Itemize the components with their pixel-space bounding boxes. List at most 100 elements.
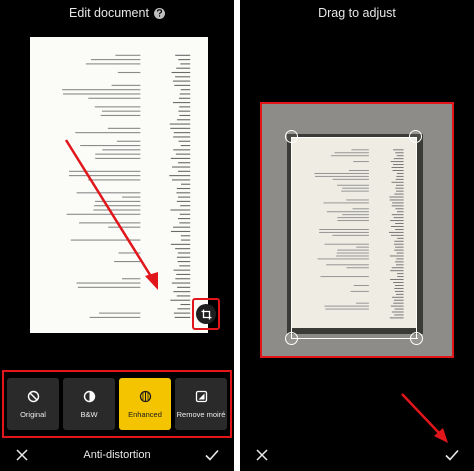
close-icon[interactable] bbox=[14, 447, 30, 463]
text-line bbox=[93, 209, 141, 211]
text-line bbox=[179, 222, 191, 224]
text-line bbox=[176, 295, 191, 297]
text-line bbox=[179, 106, 191, 108]
text-line bbox=[175, 278, 191, 280]
text-line bbox=[180, 205, 191, 207]
filter-options: Original B&W Enhanced Remove moiré bbox=[2, 370, 232, 438]
text-line bbox=[88, 179, 141, 181]
document-text-lines bbox=[62, 54, 191, 318]
text-line bbox=[169, 123, 191, 125]
text-line bbox=[179, 93, 191, 95]
text-line bbox=[70, 239, 141, 241]
text-line bbox=[94, 106, 141, 108]
text-line bbox=[111, 84, 141, 86]
text-line bbox=[178, 140, 191, 142]
bottom-bar: Anti-distortion bbox=[0, 442, 234, 468]
text-line bbox=[95, 157, 141, 159]
text-line bbox=[95, 153, 141, 155]
text-line bbox=[179, 265, 191, 267]
text-line bbox=[117, 71, 141, 74]
filter-remove-moire-button[interactable]: Remove moiré bbox=[175, 378, 227, 430]
text-line bbox=[180, 235, 191, 237]
text-line bbox=[66, 213, 141, 215]
text-line bbox=[175, 153, 191, 155]
text-line bbox=[175, 76, 191, 78]
contrast-icon bbox=[83, 390, 96, 403]
text-line bbox=[178, 162, 191, 164]
help-icon[interactable] bbox=[153, 7, 165, 19]
text-line bbox=[176, 119, 191, 121]
text-line bbox=[174, 84, 191, 86]
text-line bbox=[118, 252, 141, 254]
text-line bbox=[175, 54, 191, 56]
text-line bbox=[175, 248, 191, 250]
close-icon[interactable] bbox=[254, 447, 270, 463]
text-line bbox=[89, 316, 141, 318]
text-line bbox=[75, 132, 141, 134]
text-line bbox=[100, 114, 141, 117]
text-line bbox=[172, 80, 191, 82]
text-line bbox=[63, 93, 141, 95]
text-line bbox=[94, 205, 141, 207]
text-line bbox=[178, 218, 191, 220]
text-line bbox=[177, 308, 191, 310]
text-line bbox=[181, 239, 191, 241]
no-filter-icon bbox=[27, 390, 40, 403]
text-line bbox=[176, 256, 191, 258]
text-line bbox=[177, 170, 191, 172]
text-line bbox=[177, 196, 191, 198]
text-line bbox=[177, 286, 191, 288]
text-line bbox=[173, 291, 191, 293]
document-preview bbox=[30, 37, 208, 333]
text-line bbox=[176, 200, 191, 202]
text-line bbox=[85, 63, 141, 65]
text-line bbox=[171, 71, 191, 74]
drag-adjust-screen: Drag to adjust bbox=[240, 0, 474, 471]
text-line bbox=[178, 97, 191, 99]
text-line bbox=[178, 59, 191, 61]
crop-button[interactable] bbox=[192, 298, 220, 330]
text-line bbox=[69, 170, 141, 172]
filter-label: B&W bbox=[80, 409, 98, 419]
text-line bbox=[68, 175, 141, 177]
text-line bbox=[173, 136, 191, 138]
text-line bbox=[169, 175, 191, 177]
text-line bbox=[179, 213, 191, 215]
text-line bbox=[122, 196, 141, 198]
text-line bbox=[170, 243, 191, 245]
text-line bbox=[177, 261, 191, 263]
text-line bbox=[180, 303, 191, 306]
text-line bbox=[176, 187, 191, 190]
checkmark-icon[interactable] bbox=[444, 447, 460, 463]
filter-original-button[interactable]: Original bbox=[7, 378, 59, 430]
text-line bbox=[80, 144, 141, 147]
text-line bbox=[173, 269, 191, 271]
checkmark-icon[interactable] bbox=[204, 447, 220, 463]
text-line bbox=[180, 144, 191, 147]
page-title: Drag to adjust bbox=[318, 6, 396, 20]
text-line bbox=[173, 226, 191, 228]
text-line bbox=[170, 299, 191, 301]
text-line bbox=[179, 114, 191, 117]
text-line bbox=[172, 102, 191, 104]
text-line bbox=[173, 132, 191, 134]
text-line bbox=[76, 192, 141, 194]
text-line bbox=[115, 54, 141, 56]
edit-document-screen: Edit document Original B&W Enhanced Remo… bbox=[0, 0, 234, 471]
remove-moire-icon bbox=[195, 390, 208, 403]
crop-icon bbox=[196, 304, 216, 324]
filter-label: Enhanced bbox=[128, 409, 162, 419]
filter-bw-button[interactable]: B&W bbox=[63, 378, 115, 430]
text-line bbox=[177, 252, 191, 254]
text-line bbox=[170, 127, 191, 129]
bottom-bar bbox=[240, 442, 474, 468]
text-line bbox=[102, 149, 141, 151]
title-bar: Drag to adjust bbox=[240, 0, 474, 26]
page-title: Edit document bbox=[69, 6, 149, 20]
text-line bbox=[170, 209, 191, 211]
filter-enhanced-button[interactable]: Enhanced bbox=[119, 378, 171, 430]
text-line bbox=[91, 59, 141, 61]
text-line bbox=[174, 316, 191, 318]
text-line bbox=[180, 183, 191, 185]
text-line bbox=[178, 110, 191, 112]
